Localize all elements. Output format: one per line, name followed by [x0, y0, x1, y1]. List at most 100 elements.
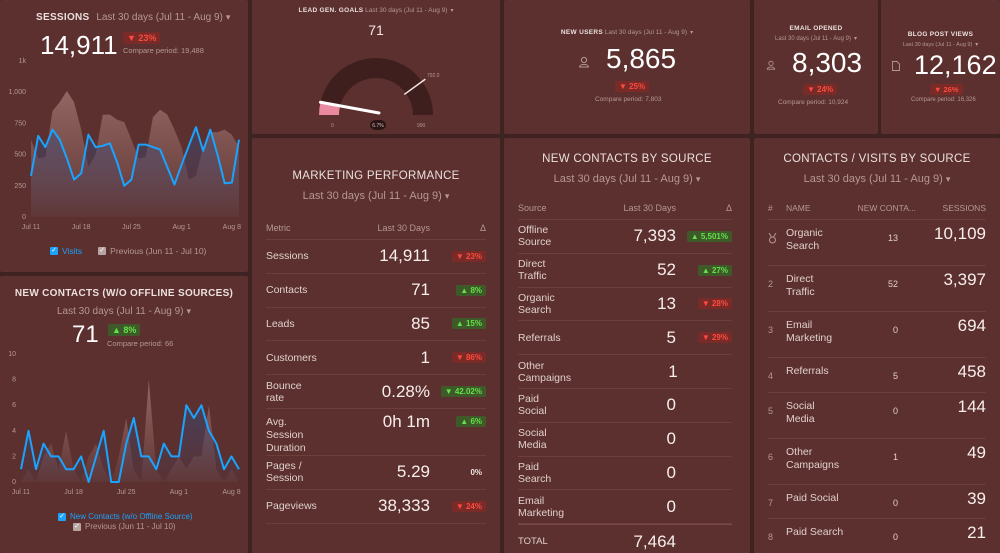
delta-badge: ▲ 6%: [456, 415, 486, 427]
table-row[interactable]: Social Media 0: [518, 423, 732, 457]
col-source[interactable]: Source: [518, 203, 566, 213]
metric-value: 85: [411, 313, 430, 333]
sessions-count: 10,109: [934, 224, 986, 243]
legend-checkbox-previous[interactable]: ✓: [73, 522, 81, 531]
table-row[interactable]: 4 Referrals 5 458: [768, 358, 986, 393]
table-row[interactable]: Other Campaigns 1: [518, 355, 732, 389]
data-point: [148, 455, 150, 457]
table-row[interactable]: Paid Search 0: [518, 457, 732, 491]
data-point: [116, 161, 118, 163]
total-label: TOTAL: [518, 536, 548, 548]
metric-delta: ▲ 15%: [430, 318, 486, 330]
data-point: [123, 185, 125, 187]
data-point: [65, 468, 67, 470]
legend-label-previous[interactable]: Previous (Jun 11 - Jul 10): [110, 246, 206, 256]
rank: 3: [768, 325, 774, 335]
data-point: [200, 404, 202, 406]
source-value: 0: [666, 429, 676, 449]
lead-gen-header: LEAD GEN. GOALS Last 30 days (Jul 11 - A…: [252, 7, 500, 14]
delta-badge: ▼ 86%: [451, 352, 486, 364]
new-contacts-widget: NEW CONTACTS (W/O OFFLINE SOURCES) Last …: [0, 276, 248, 553]
col-delta[interactable]: Δ: [430, 223, 486, 233]
table-row[interactable]: 8 Paid Search 0 21: [768, 519, 986, 553]
table-row[interactable]: Organic Search 13 ▼ 28%: [518, 288, 732, 322]
date-range-label: Last 30 days (Jul 11 - Aug 9): [902, 41, 973, 48]
legend-label-visits[interactable]: Visits: [62, 246, 82, 256]
date-range-dropdown[interactable]: Last 30 days (Jul 11 - Aug 9) ▾: [881, 41, 1000, 48]
source-name: Direct Traffic: [786, 273, 815, 298]
date-range-dropdown[interactable]: Last 30 days (Jul 11 - Aug 9) ▾: [754, 173, 1000, 185]
table-row[interactable]: 3 Email Marketing 0 694: [768, 312, 986, 358]
data-point: [178, 455, 180, 457]
data-point: [238, 138, 240, 140]
metric-name: Sessions: [266, 250, 309, 263]
col-last-30-days[interactable]: Last 30 Days: [320, 223, 430, 233]
table-row[interactable]: Organic Search 13 10,109: [768, 220, 986, 266]
new-users-value: 5,865: [606, 43, 677, 74]
data-point: [216, 153, 218, 155]
table-row[interactable]: Contacts 71 ▲ 8%: [266, 274, 486, 308]
table-row[interactable]: Paid Social 0: [518, 389, 732, 423]
chevron-down-icon: ▾: [695, 173, 701, 184]
new-contacts-count: 1: [892, 451, 898, 462]
date-range-dropdown[interactable]: Last 30 days (Jul 11 - Aug 9) ▾: [605, 29, 693, 36]
date-range-dropdown[interactable]: Last 30 days (Jul 11 - Aug 9) ▾: [96, 12, 230, 23]
legend-checkbox-previous[interactable]: ✓: [98, 247, 107, 255]
col-name[interactable]: NAME: [786, 203, 836, 213]
table-row[interactable]: Avg. Session Duration 0h 1m ▲ 6%: [266, 409, 486, 456]
new-users-title: NEW USERS: [560, 29, 603, 37]
col-last-30-days[interactable]: Last 30 Days: [566, 203, 676, 213]
delta-badge: ▲ 27%: [697, 264, 732, 276]
new-contacts-compare: Compare period: 66: [107, 339, 174, 348]
legend-label-previous[interactable]: Previous (Jun 11 - Jul 10): [85, 522, 176, 531]
date-range-dropdown[interactable]: Last 30 days (Jul 11 - Aug 9) ▾: [0, 306, 248, 317]
table-row[interactable]: Email Marketing 0: [518, 490, 732, 525]
table-row[interactable]: 6 Other Campaigns 1 49: [768, 439, 986, 485]
table-row[interactable]: Pages / Session 5.29 0%: [266, 456, 486, 490]
table-row[interactable]: Customers 1 ▼ 86%: [266, 341, 486, 376]
delta-badge: 0%: [470, 467, 482, 477]
date-range-dropdown[interactable]: Last 30 days (Jul 11 - Aug 9) ▾: [504, 173, 750, 185]
rank: 4: [768, 371, 774, 381]
legend-checkbox-visits[interactable]: ✓: [50, 247, 58, 255]
data-point: [202, 150, 204, 152]
chevron-down-icon: ▾: [225, 12, 231, 22]
data-point: [58, 138, 60, 140]
date-range-dropdown[interactable]: Last 30 days (Jul 11 - Aug 9) ▾: [252, 190, 500, 202]
sessions-widget: SESSIONS Last 30 days (Jul 11 - Aug 9) ▾ …: [0, 0, 248, 272]
table-row[interactable]: Leads 85 ▲ 15%: [266, 308, 486, 342]
col-new-contacts[interactable]: NEW CONTA...: [836, 203, 916, 213]
x-tick-label: Jul 25: [122, 224, 141, 231]
table-row[interactable]: Sessions 14,911 ▼ 23%: [266, 240, 486, 274]
table-row[interactable]: Direct Traffic 52 ▲ 27%: [518, 254, 732, 288]
x-tick-label: Jul 18: [72, 224, 91, 231]
data-point: [44, 146, 46, 148]
data-point: [35, 468, 37, 470]
table-row[interactable]: Bounce rate 0.28% ▼ 42.02%: [266, 375, 486, 409]
data-point: [159, 148, 161, 150]
legend-label-new-contacts[interactable]: New Contacts (w/o Offline Source): [70, 512, 193, 521]
table-row[interactable]: Referrals 5 ▼ 29%: [518, 321, 732, 356]
col-delta[interactable]: Δ: [676, 203, 732, 213]
email-opened-value: 8,303: [792, 47, 863, 78]
table-total-row: TOTAL 7,464: [518, 524, 732, 553]
lead-gen-goals-widget: LEAD GEN. GOALS Last 30 days (Jul 11 - A…: [252, 0, 500, 134]
col-sessions[interactable]: SESSIONS: [916, 203, 986, 213]
legend-checkbox-new-contacts[interactable]: ✓: [58, 512, 66, 521]
col-metric[interactable]: Metric: [266, 223, 320, 233]
y-tick-label: 10: [8, 351, 16, 358]
source-name: Email Marketing: [518, 494, 565, 519]
date-range-dropdown[interactable]: Last 30 days (Jul 11 - Aug 9) ▾: [365, 7, 453, 14]
table-row[interactable]: 5 Social Media 0 144: [768, 393, 986, 439]
table-row[interactable]: Offline Source 7,393 ▲ 5,501%: [518, 220, 732, 254]
table-row[interactable]: 2 Direct Traffic 52 3,397: [768, 266, 986, 312]
chevron-down-icon: ▾: [853, 36, 857, 42]
table-row[interactable]: 7 Paid Social 0 39: [768, 485, 986, 519]
gauge-percent-label: 6.7%: [372, 123, 384, 129]
date-range-dropdown[interactable]: Last 30 days (Jul 11 - Aug 9) ▾: [754, 35, 878, 42]
sessions-count: 39: [967, 488, 986, 508]
contacts-by-source-title: NEW CONTACTS BY SOURCE: [542, 153, 712, 165]
table-row[interactable]: Pageviews 38,333 ▼ 24%: [266, 490, 486, 524]
col-rank[interactable]: #: [768, 203, 786, 213]
data-point: [152, 146, 154, 148]
